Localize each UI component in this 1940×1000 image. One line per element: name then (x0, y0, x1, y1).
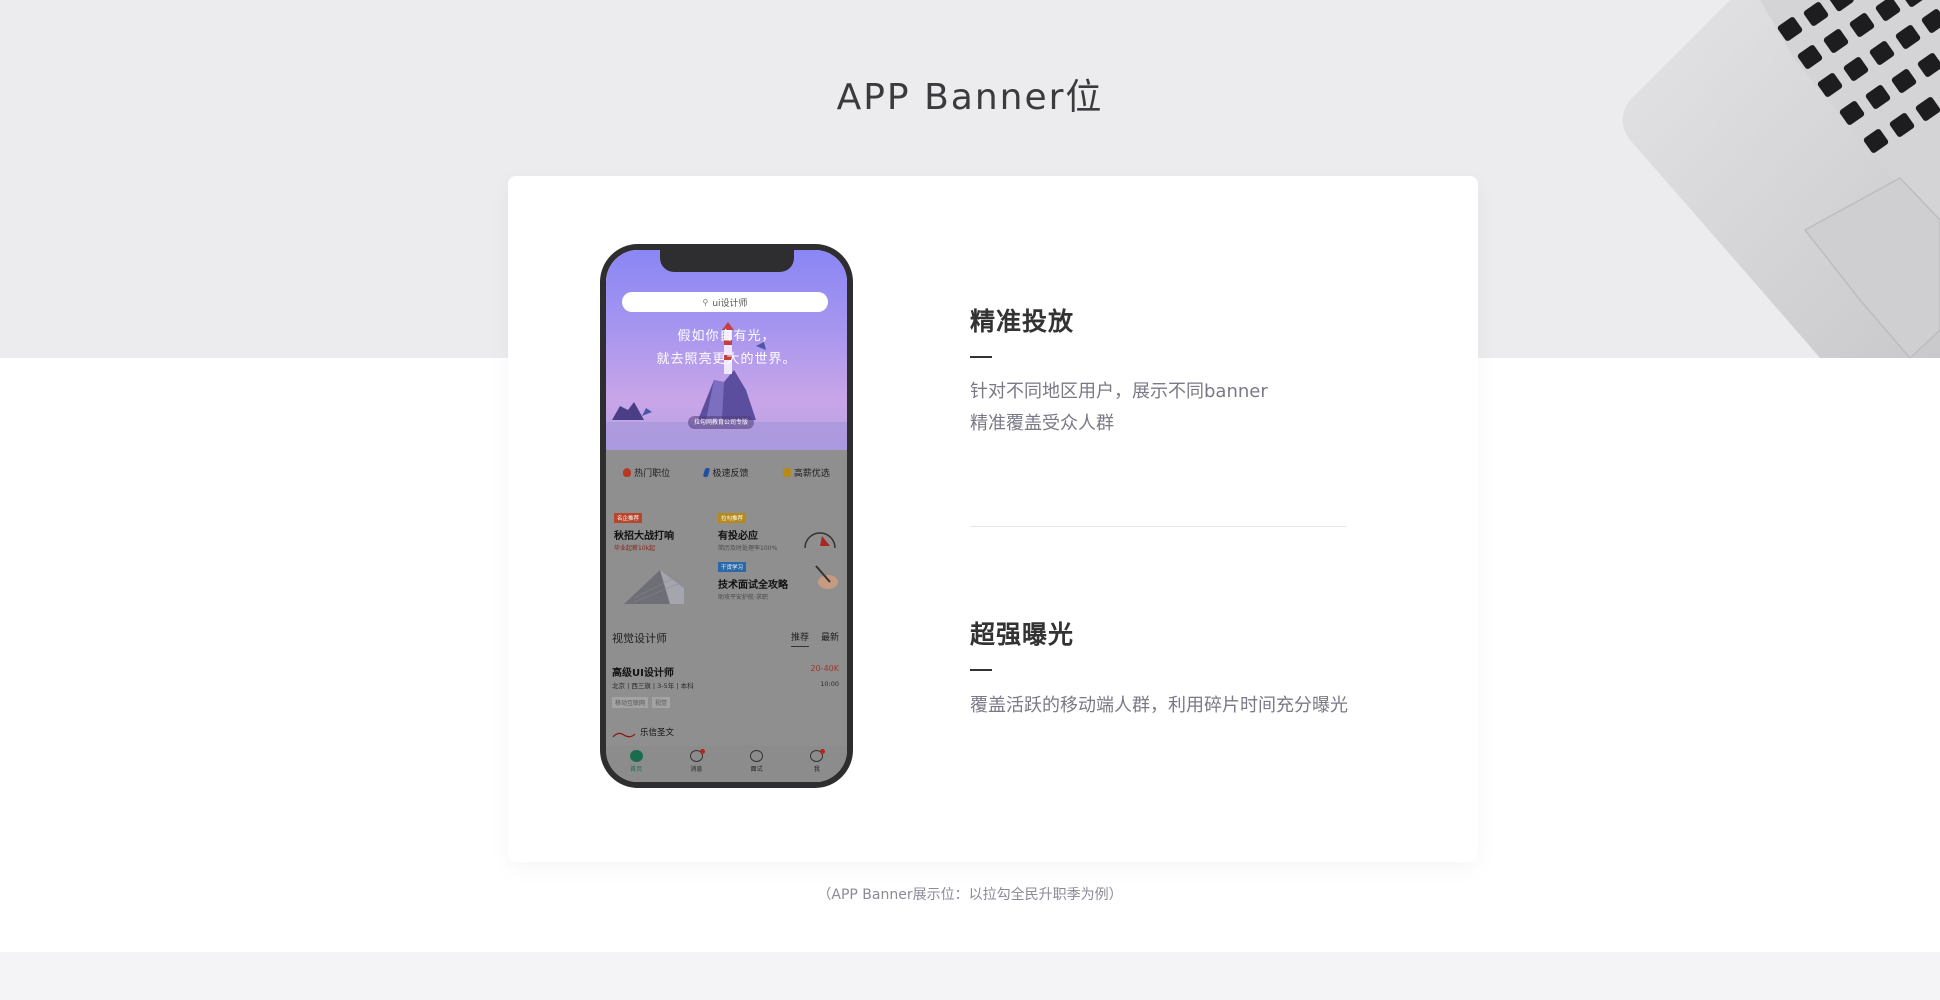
tabbar-me[interactable]: 我 (797, 749, 837, 782)
feature-dash (970, 669, 992, 671)
feature-title-exposure: 超强曝光 (970, 620, 1075, 649)
tab-latest[interactable]: 最新 (821, 630, 839, 647)
feature-desc-line: 覆盖活跃的移动端人群，利用碎片时间充分曝光 (970, 695, 1348, 716)
phone-notch (660, 250, 794, 272)
job-meta: 北京 | 西三旗 | 3-5年 | 本科 (612, 682, 694, 690)
phone-search-text: ui设计师 (712, 298, 748, 309)
feature-dash (970, 356, 992, 358)
banner-hero[interactable]: ⚲ ui设计师 假如你自有光， 就去照亮更大的世界。 拉勾网教育公司专版 (606, 250, 847, 450)
content-card: ⚲ ui设计师 假如你自有光， 就去照亮更大的世界。 拉勾网教育公司专版 热门职… (508, 176, 1478, 862)
job-tag: 视觉 (652, 697, 671, 708)
promo-tag: 拉勾推荐 (718, 513, 747, 523)
feature-desc-line: 精准覆盖受众人群 (970, 413, 1114, 434)
promo-tag: 名企推荐 (614, 513, 643, 523)
quick-link-hot-jobs[interactable]: 热门职位 (623, 466, 670, 479)
feature-desc-line: 针对不同地区用户，展示不同banner (970, 381, 1268, 402)
job-tag: 移动互联网 (612, 697, 649, 708)
wallet-icon (782, 467, 791, 477)
bottom-background-band (0, 952, 1940, 1000)
promo-card-autumn-recruit[interactable]: 名企推荐 秋招大战打响 毕业起薪10k起 (614, 505, 716, 552)
flame-icon (623, 467, 632, 477)
notification-dot (820, 749, 826, 754)
promo-title: 秋招大战打响 (614, 531, 674, 542)
building-illustration (624, 570, 684, 604)
gauge-icon (804, 532, 836, 549)
feature-desc-targeting: 针对不同地区用户，展示不同banner 精准覆盖受众人群 (970, 376, 1268, 440)
profile-icon (810, 749, 826, 762)
feature-divider (970, 526, 1346, 527)
promo-tag: 干货学习 (718, 562, 747, 572)
tabbar-messages[interactable]: 消息 (676, 749, 716, 782)
job-time: 10:00 (820, 680, 839, 688)
home-icon (629, 750, 643, 762)
tab-recommended[interactable]: 推荐 (790, 630, 809, 647)
quick-link-high-salary[interactable]: 高薪优选 (782, 466, 830, 479)
promo-subtitle: 毕业起薪10k起 (614, 545, 656, 552)
phone-mockup: ⚲ ui设计师 假如你自有光， 就去照亮更大的世界。 拉勾网教育公司专版 热门职… (600, 244, 853, 788)
quick-links-row: 热门职位 极速反馈 高薪优选 (606, 450, 847, 494)
banner-caption: 拉勾网教育公司专版 (688, 416, 755, 429)
promo-title: 技术面试全攻略 (718, 580, 788, 591)
job-title[interactable]: 高级UI设计师 (612, 664, 674, 679)
search-icon: ⚲ (702, 297, 709, 307)
tabbar-interviews[interactable]: 面试 (737, 750, 777, 782)
chat-bubble-icon (689, 749, 705, 762)
laptop-decoration-image (1610, 0, 1940, 358)
notification-dot (699, 749, 705, 754)
page-title: APP Banner位 (836, 77, 1104, 118)
section-tabs: 推荐 最新 (790, 630, 839, 647)
tabbar-home[interactable]: 首页 (616, 750, 656, 782)
comments-icon (750, 750, 764, 762)
feature-title-targeting: 精准投放 (970, 307, 1075, 336)
footnote-caption: （APP Banner展示位：以拉勾全民升职季为例） (817, 887, 1123, 903)
job-tags: 移动互联网 视觉 (612, 697, 671, 708)
phone-screen: ⚲ ui设计师 假如你自有光， 就去照亮更大的世界。 拉勾网教育公司专版 热门职… (606, 250, 847, 782)
job-salary: 20-40K (810, 664, 840, 673)
lightning-icon (703, 467, 711, 477)
quick-link-fast-feedback[interactable]: 极速反馈 (703, 466, 749, 479)
banner-headline-line1: 假如你自有光， (677, 329, 776, 344)
pen-hand-icon (815, 565, 838, 589)
company-name[interactable]: 乐信圣文 (640, 726, 674, 738)
feature-desc-exposure: 覆盖活跃的移动端人群，利用碎片时间充分曝光 (970, 690, 1348, 722)
section-title: 视觉设计师 (612, 632, 667, 645)
banner-headline-line2: 就去照亮更大的世界。 (656, 352, 797, 367)
phone-search-bar[interactable]: ⚲ ui设计师 (622, 292, 828, 312)
promo-subtitle: 助攻平安护航·求职 (718, 594, 768, 601)
promo-card-interview-guide[interactable]: 干货学习 技术面试全攻略 助攻平安护航·求职 (718, 554, 820, 601)
company-logo (612, 730, 636, 739)
phone-tabbar: 首页 消息 面试 我 (606, 746, 847, 782)
